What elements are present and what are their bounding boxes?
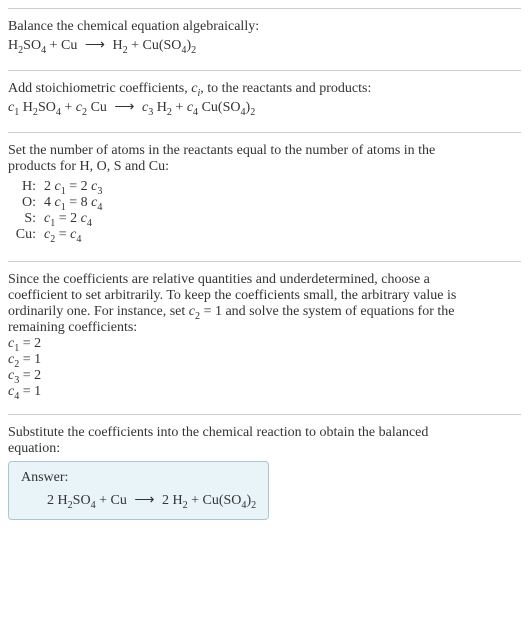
val: = 2 <box>19 368 41 383</box>
txt: + Cu <box>46 38 81 53</box>
atom-label: H: <box>8 179 44 195</box>
atom-eq: 2 c1 = 2 c3 <box>44 179 102 195</box>
sub: 4 <box>87 218 92 229</box>
atom-equations: H: 2 c1 = 2 c3 O: 4 c1 = 8 c4 S: c1 = 2 … <box>8 179 521 243</box>
txt: 2 <box>44 179 55 194</box>
txt: = 2 <box>66 179 91 194</box>
arrow-icon: ⟶ <box>110 100 138 115</box>
txt: + Cu(SO <box>188 493 242 508</box>
txt: = 1 and solve the system of equations fo… <box>200 304 454 319</box>
stoich-equation: c1 H2SO4 + c2 Cu ⟶ c3 H2 + c4 Cu(SO4)2 <box>8 99 521 116</box>
solve-line4: remaining coefficients: <box>8 320 521 336</box>
coeff-result-2: c2 = 1 <box>8 352 521 368</box>
txt: + <box>172 100 187 115</box>
coeff-result-3: c3 = 2 <box>8 368 521 384</box>
atom-row-S: S: c1 = 2 c4 <box>8 211 521 227</box>
sub: 2 <box>191 45 196 56</box>
atom-row-Cu: Cu: c2 = c4 <box>8 227 521 243</box>
txt: 2 H <box>158 493 182 508</box>
coeff-result-1: c1 = 2 <box>8 336 521 352</box>
arrow-icon: ⟶ <box>130 493 158 508</box>
unbalanced-equation: H2SO4 + Cu ⟶ H2 + Cu(SO4)2 <box>8 37 521 54</box>
txt: 2 H <box>47 493 68 508</box>
sub: 4 <box>76 234 81 245</box>
val: = 1 <box>19 352 41 367</box>
txt: = 8 <box>66 195 91 210</box>
txt: SO <box>38 100 56 115</box>
section-atom-balance: Set the number of atoms in the reactants… <box>8 132 521 261</box>
txt: SO <box>23 38 41 53</box>
solve-line3: ordinarily one. For instance, set c2 = 1… <box>8 304 521 320</box>
txt: Cu(SO <box>198 100 240 115</box>
answer-box: Answer: 2 H2SO4 + Cu ⟶ 2 H2 + Cu(SO4)2 <box>8 461 269 520</box>
txt: H <box>109 38 123 53</box>
solve-line1: Since the coefficients are relative quan… <box>8 272 521 288</box>
txt: + Cu <box>96 493 131 508</box>
txt: , to the reactants and products: <box>200 81 371 96</box>
section-answer: Substitute the coefficients into the che… <box>8 414 521 534</box>
section-coefficients: Add stoichiometric coefficients, ci, to … <box>8 70 521 132</box>
txt: + <box>61 100 76 115</box>
atom-row-H: H: 2 c1 = 2 c3 <box>8 179 521 195</box>
txt: H <box>8 38 18 53</box>
answer-intro-line2: equation: <box>8 441 521 457</box>
sub: 2 <box>251 500 256 511</box>
atom-eq: c2 = c4 <box>44 227 81 243</box>
atom-intro-line1: Set the number of atoms in the reactants… <box>8 143 521 159</box>
txt: ordinarily one. For instance, set <box>8 304 189 319</box>
answer-label: Answer: <box>21 470 256 486</box>
atom-label: Cu: <box>8 227 44 243</box>
solve-line2: coefficient to set arbitrarily. To keep … <box>8 288 521 304</box>
txt: Add stoichiometric coefficients, <box>8 81 191 96</box>
val: = 2 <box>19 336 41 351</box>
atom-intro-line2: products for H, O, S and Cu: <box>8 159 521 175</box>
txt: SO <box>73 493 91 508</box>
atom-label: O: <box>8 195 44 211</box>
txt: H <box>19 100 33 115</box>
problem-intro: Balance the chemical equation algebraica… <box>8 19 521 35</box>
sub: 4 <box>97 202 102 213</box>
arrow-icon: ⟶ <box>81 38 109 53</box>
section-problem: Balance the chemical equation algebraica… <box>8 8 521 70</box>
txt: H <box>153 100 167 115</box>
section-solve: Since the coefficients are relative quan… <box>8 261 521 414</box>
val: = 1 <box>19 384 41 399</box>
coeff-intro: Add stoichiometric coefficients, ci, to … <box>8 81 521 97</box>
atom-row-O: O: 4 c1 = 8 c4 <box>8 195 521 211</box>
txt: 4 <box>44 195 55 210</box>
sub: 2 <box>250 107 255 118</box>
coeff-result-4: c4 = 1 <box>8 384 521 400</box>
txt: = <box>55 227 70 242</box>
txt: = 2 <box>55 211 80 226</box>
atom-eq: c1 = 2 c4 <box>44 211 92 227</box>
txt: + Cu(SO <box>128 38 182 53</box>
atom-label: S: <box>8 211 44 227</box>
balanced-equation: 2 H2SO4 + Cu ⟶ 2 H2 + Cu(SO4)2 <box>21 492 256 509</box>
txt: Cu <box>87 100 110 115</box>
answer-intro-line1: Substitute the coefficients into the che… <box>8 425 521 441</box>
atom-eq: 4 c1 = 8 c4 <box>44 195 102 211</box>
